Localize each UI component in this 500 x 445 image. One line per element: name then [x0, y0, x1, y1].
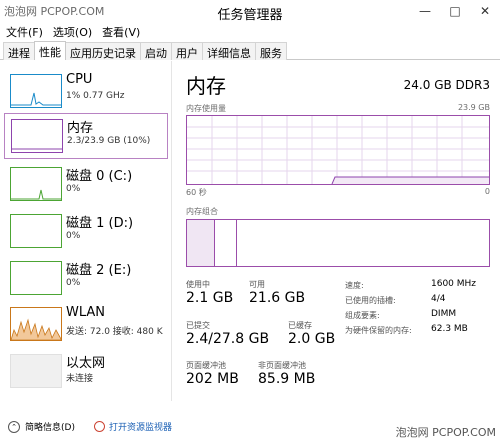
usage-graph-max: 23.9 GB [457, 103, 490, 112]
in-use-segment [187, 220, 215, 266]
sidebar-item-ethernet[interactable]: 以太网 未连接 [4, 349, 168, 395]
disk0-label: 磁盘 0 (C:) [66, 169, 133, 184]
form-factor-value: DIMM [431, 309, 457, 319]
disk2-value: 0% [66, 278, 81, 288]
fewer-details-button[interactable]: ⌃ 简略信息(D) [8, 420, 75, 433]
tab-startup[interactable]: 启动 [140, 42, 172, 60]
sidebar-item-disk1[interactable]: 磁盘 1 (D:) 0% [4, 209, 168, 255]
maximize-button[interactable]: □ [440, 0, 470, 22]
wlan-label: WLAN [66, 305, 106, 320]
cached-value: 2.0 GB [288, 331, 336, 347]
open-resource-monitor-label: 打开资源监视器 [109, 423, 173, 433]
hardware-reserved-value: 62.3 MB [431, 324, 468, 334]
speed-value: 1600 MHz [431, 279, 477, 289]
available-value: 21.6 GB [249, 290, 306, 306]
menu-options[interactable]: 选项(O) [47, 24, 96, 41]
cpu-label: CPU [66, 72, 93, 87]
chevron-up-icon: ⌃ [8, 420, 20, 433]
modified-segment [215, 220, 237, 266]
disk0-value: 0% [66, 184, 81, 194]
fewer-details-label: 简略信息(D) [25, 423, 75, 433]
footer: ⌃ 简略信息(D) 打开资源监视器 泡泡网 PCPOP.COM [0, 413, 500, 445]
cpu-value: 1% 0.77 GHz [66, 91, 125, 101]
form-factor-label: 组成要素: [345, 311, 380, 320]
usage-graph-label: 内存使用量 [186, 104, 226, 113]
tab-performance[interactable]: 性能 [34, 41, 66, 60]
sidebar-item-disk2[interactable]: 磁盘 2 (E:) 0% [4, 256, 168, 302]
close-button[interactable]: ✕ [470, 0, 500, 22]
disk2-thumbnail [10, 261, 62, 295]
tab-users[interactable]: 用户 [171, 42, 203, 60]
ethernet-value: 未连接 [66, 374, 94, 384]
memory-label: 内存 [67, 121, 94, 136]
tab-services[interactable]: 服务 [255, 42, 287, 60]
cached-label: 已缓存 [288, 321, 312, 330]
title-bar: 泡泡网 PCPOP.COM 任务管理器 — □ ✕ [0, 0, 500, 24]
in-use-label: 使用中 [186, 280, 210, 289]
paged-pool-value: 202 MB [186, 371, 239, 387]
ethernet-thumbnail [10, 354, 62, 388]
sidebar-item-cpu[interactable]: CPU 1% 0.77 GHz [4, 69, 168, 115]
ethernet-label: 以太网 [66, 356, 106, 371]
tab-processes[interactable]: 进程 [3, 42, 35, 60]
tab-details[interactable]: 详细信息 [202, 42, 256, 60]
menu-file[interactable]: 文件(F) [0, 24, 47, 41]
paged-pool-label: 页面缓冲池 [186, 361, 226, 370]
available-label: 可用 [249, 280, 265, 289]
time-axis-left: 60 秒 [186, 188, 207, 197]
time-axis-right: 0 [484, 187, 490, 196]
hardware-reserved-label: 为硬件保留的内存: [345, 326, 412, 335]
memory-composition-bar [186, 219, 490, 267]
speed-label: 速度: [345, 281, 364, 290]
nonpaged-pool-value: 85.9 MB [258, 371, 316, 387]
slots-value: 4/4 [431, 294, 446, 304]
tab-app-history[interactable]: 应用历史记录 [65, 42, 141, 60]
disk1-label: 磁盘 1 (D:) [66, 216, 134, 231]
cpu-thumbnail [10, 74, 62, 108]
menu-bar: 文件(F) 选项(O) 查看(V) [0, 24, 144, 41]
memory-total: 24.0 GB DDR3 [403, 78, 490, 92]
memory-thumbnail [11, 119, 63, 153]
slots-label: 已使用的插槽: [345, 296, 396, 305]
composition-label: 内存组合 [186, 207, 218, 216]
wlan-thumbnail [10, 307, 62, 341]
memory-usage-graph [186, 115, 490, 185]
memory-panel: 内存 24.0 GB DDR3 内存使用量 23.9 GB 60 秒 0 内存组… [176, 61, 500, 401]
disk1-thumbnail [10, 214, 62, 248]
sidebar-item-wlan[interactable]: WLAN 发送: 72.0 接收: 480 K [4, 302, 168, 348]
memory-value: 2.3/23.9 GB (10%) [67, 136, 151, 146]
tab-bar: 进程 性能 应用历史记录 启动 用户 详细信息 服务 [0, 41, 500, 60]
resource-sidebar: CPU 1% 0.77 GHz 内存 2.3/23.9 GB (10%) 磁盘 … [0, 61, 172, 401]
in-use-value: 2.1 GB [186, 290, 234, 306]
minimize-button[interactable]: — [410, 0, 440, 22]
resource-monitor-icon [94, 421, 105, 432]
nonpaged-pool-label: 非页面缓冲池 [258, 361, 306, 370]
committed-label: 已提交 [186, 321, 210, 330]
disk2-label: 磁盘 2 (E:) [66, 263, 132, 278]
committed-value: 2.4/27.8 GB [186, 331, 270, 347]
disk1-value: 0% [66, 231, 81, 241]
page-title: 内存 [186, 74, 226, 98]
sidebar-item-memory[interactable]: 内存 2.3/23.9 GB (10%) [4, 113, 168, 159]
wlan-value: 发送: 72.0 接收: 480 K [66, 327, 163, 337]
disk0-thumbnail [10, 167, 62, 201]
open-resource-monitor-link[interactable]: 打开资源监视器 [94, 420, 172, 433]
sidebar-item-disk0[interactable]: 磁盘 0 (C:) 0% [4, 162, 168, 208]
watermark-bottom: 泡泡网 PCPOP.COM [395, 426, 496, 439]
menu-view[interactable]: 查看(V) [96, 24, 144, 41]
